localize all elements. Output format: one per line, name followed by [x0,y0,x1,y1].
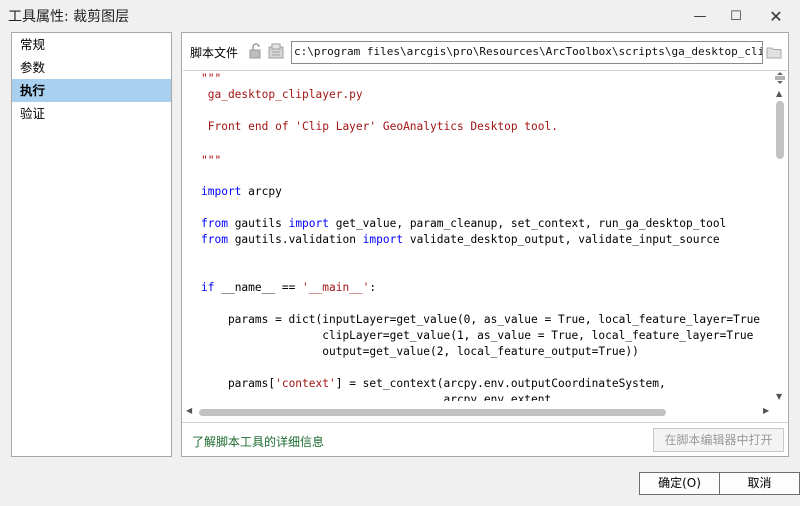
code-token: output=get_value(2, local_feature_output… [201,345,639,358]
close-button[interactable]: ✕ [756,0,796,32]
browse-folder-icon[interactable] [766,45,782,59]
category-list: 常规 参数 执行 验证 [11,32,172,457]
code-token: import [362,233,404,246]
scroll-right-arrow[interactable]: ▶ [763,406,769,415]
scroll-up-arrow[interactable]: ▲ [776,89,782,98]
script-code-viewer[interactable]: """ ga_desktop_cliplayer.py Front end of… [183,70,787,421]
nav-item[interactable]: 常规 [12,33,171,56]
code-token: ga_desktop_cliplayer.py [201,88,363,101]
code-text: """ ga_desktop_cliplayer.py Front end of… [201,71,773,401]
code-token: import [288,217,329,230]
code-token: validate_desktop_output, validate_input_… [403,233,720,246]
code-token: from [201,233,228,246]
script-file-row: 脚本文件 c:\program files\arcgis\pro\Resourc… [182,39,788,65]
window-title: 工具属性: 裁剪图层 [8,9,130,25]
code-token: from [201,217,228,230]
vertical-scroll-thumb[interactable] [776,101,784,159]
code-token: params[ [201,377,276,390]
code-token: 'context' [275,377,336,390]
code-line: ga_desktop_cliplayer.py [201,87,363,103]
code-token: gautils.validation [227,233,363,246]
vertical-scrollbar[interactable]: ▲ ▼ [773,71,787,405]
title-bar: 工具属性: 裁剪图层 — ☐ ✕ [0,0,800,32]
lock-icon[interactable] [248,43,264,59]
minimize-button[interactable]: — [680,0,720,32]
code-line: """ [201,71,221,87]
open-in-script-editor-button[interactable]: 在脚本编辑器中打开 [653,428,784,452]
code-line: params = dict(inputLayer=get_value(0, as… [201,312,760,328]
cancel-button[interactable]: 取消 [719,472,800,495]
ok-button[interactable]: 确定(O) [639,472,720,495]
code-token: '__main__' [302,281,370,294]
embed-script-icon[interactable] [268,43,286,59]
execution-panel: 脚本文件 c:\program files\arcgis\pro\Resourc… [181,32,789,457]
code-line: output=get_value(2, local_feature_output… [201,344,639,360]
code-line: """ [201,153,221,169]
scroll-left-arrow[interactable]: ◀ [186,406,192,415]
code-token: clipLayer=get_value(1, as_value = True, … [201,329,754,342]
code-token: params = dict(inputLayer=get_value(0, as… [201,313,761,326]
split-view-icon[interactable] [775,72,785,84]
code-token: """ [201,72,222,85]
code-line: import arcpy [201,184,282,200]
code-token: import [201,185,242,198]
code-line: if __name__ == '__main__': [201,280,376,296]
code-token: get_value, param_cleanup, set_context, r… [329,217,727,230]
code-line: Front end of 'Clip Layer' GeoAnalytics D… [201,119,558,135]
nav-item[interactable]: 执行 [12,79,171,102]
code-token: arcpy.env.extent, [201,393,558,401]
maximize-button[interactable]: ☐ [716,0,756,32]
script-actions-row: 了解脚本工具的详细信息 在脚本编辑器中打开 [182,422,788,456]
code-token: """ [201,154,222,167]
code-token: arcpy [241,185,282,198]
code-token: : [369,281,377,294]
code-line: params['context'] = set_context(arcpy.en… [201,376,666,392]
scroll-down-arrow[interactable]: ▼ [776,392,782,401]
code-line: arcpy.env.extent, [201,392,558,401]
horizontal-scroll-thumb[interactable] [199,409,666,416]
code-token: if [201,281,215,294]
nav-item[interactable]: 验证 [12,102,171,125]
script-path-input[interactable]: c:\program files\arcgis\pro\Resources\Ar… [291,41,763,64]
code-token: gautils [227,217,289,230]
script-file-label: 脚本文件 [190,46,239,60]
code-line: from gautils.validation import validate_… [201,232,720,248]
code-line: clipLayer=get_value(1, as_value = True, … [201,328,753,344]
nav-item[interactable]: 参数 [12,56,171,79]
horizontal-scrollbar[interactable]: ◀ ▶ [183,405,773,419]
code-token: __name__ == [214,281,303,294]
code-line: from gautils import get_value, param_cle… [201,216,726,232]
code-token: ] = set_context(arcpy.env.outputCoordina… [335,377,666,390]
code-token: Front end of 'Clip Layer' GeoAnalytics D… [201,120,558,133]
learn-more-link[interactable]: 了解脚本工具的详细信息 [192,433,324,450]
